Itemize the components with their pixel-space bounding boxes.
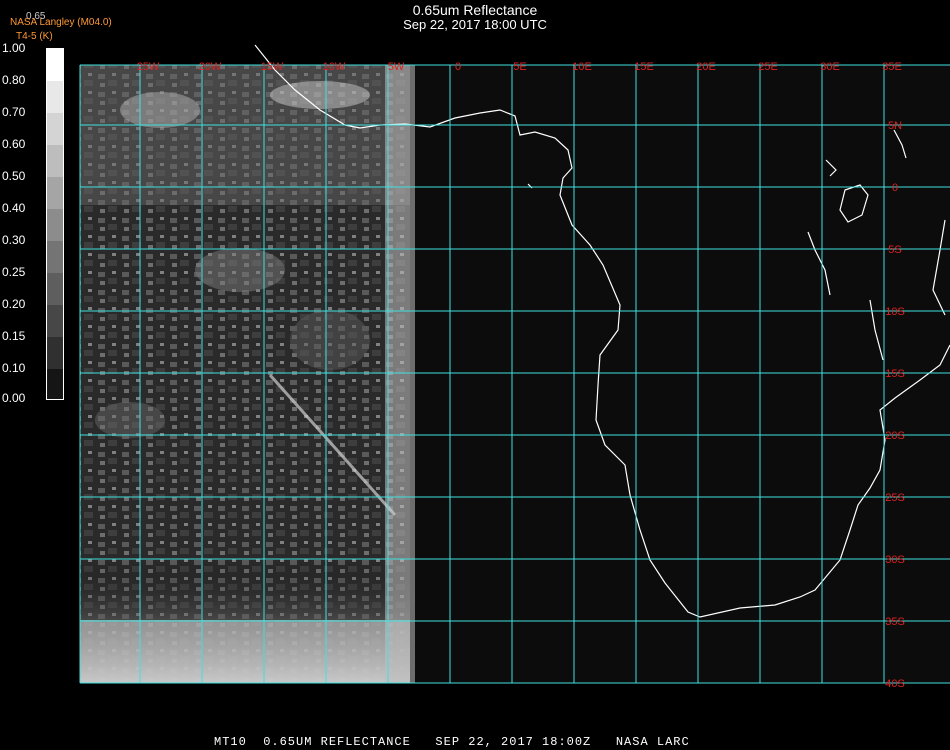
cloud-imagery	[80, 65, 415, 683]
latitude-label: 0	[892, 182, 898, 194]
latitude-label: 30S	[885, 554, 905, 566]
longitude-label: 5E	[513, 61, 526, 73]
longitude-label: 0	[455, 61, 461, 73]
longitude-label: 30E	[820, 61, 840, 73]
latitude-label: 20S	[885, 430, 905, 442]
latitude-label: 35S	[885, 616, 905, 628]
longitude-label: 10W	[323, 61, 346, 73]
longitude-label: 10E	[572, 61, 592, 73]
longitude-label: 35E	[882, 61, 902, 73]
longitude-label: 25W	[137, 61, 160, 73]
image-footer: MT10 0.65UM REFLECTANCE SEP 22, 2017 18:…	[214, 735, 690, 749]
longitude-label: 20E	[696, 61, 716, 73]
longitude-label: 20W	[199, 61, 222, 73]
latitude-label: 10S	[885, 306, 905, 318]
longitude-label: 15E	[634, 61, 654, 73]
longitude-label: 15W	[261, 61, 284, 73]
latitude-label: 25S	[885, 492, 905, 504]
latitude-label: 5N	[888, 120, 902, 132]
longitude-label: 25E	[758, 61, 778, 73]
latitude-label: 40S	[885, 678, 905, 690]
satellite-map[interactable]: 25W 20W 15W 10W 5W 0 5E 10E 15E 20E 25E 30E 35E 5N 0 5…	[0, 0, 950, 750]
latitude-label: 15S	[885, 368, 905, 380]
latitude-label: 5S	[888, 244, 901, 256]
longitude-label: 5W	[388, 61, 405, 73]
